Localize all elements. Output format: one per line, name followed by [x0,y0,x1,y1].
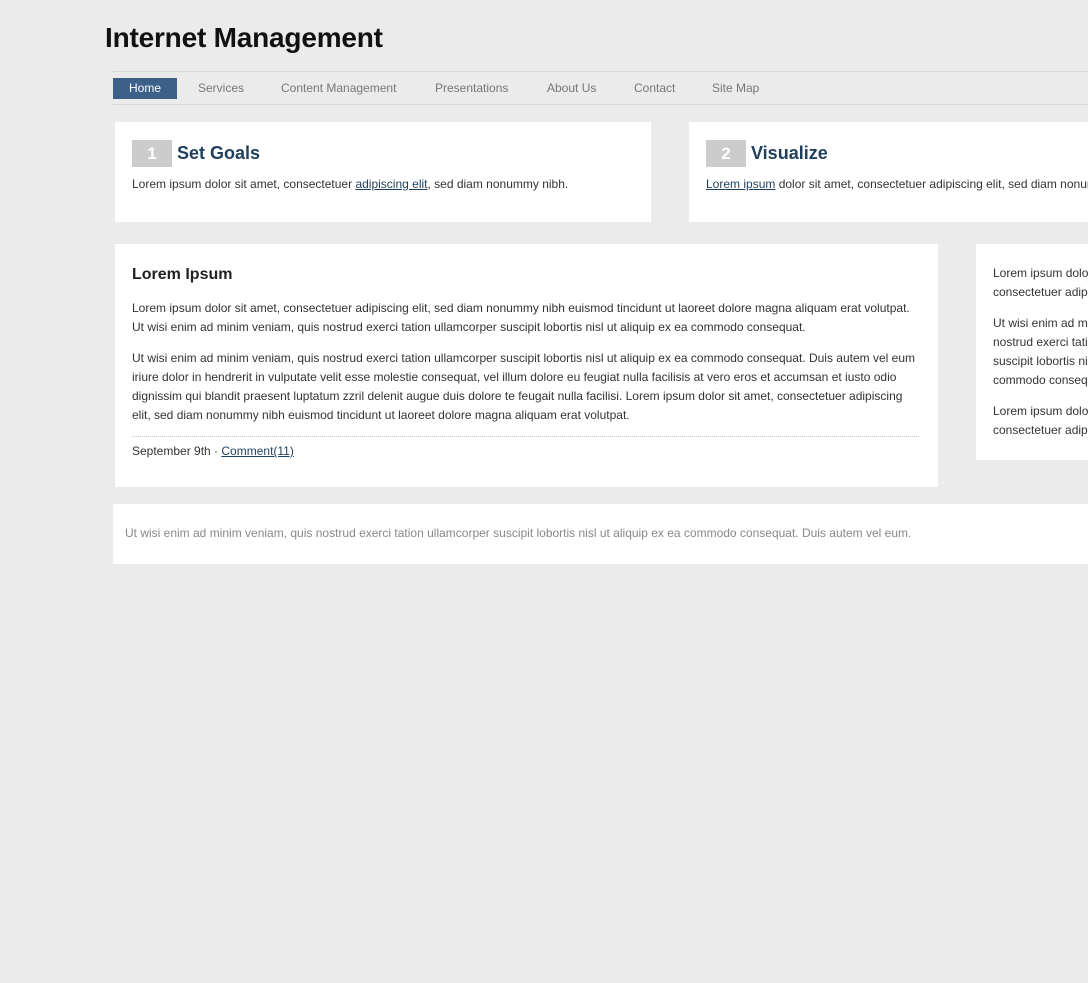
comments-link[interactable]: Comment(11) [221,444,293,458]
step-number-badge: 2 [706,140,746,167]
step-number-badge: 1 [132,140,172,167]
nav-item-site-map[interactable]: Site Map [712,78,759,99]
step-text-end: dolor sit amet, consectetuer adipiscing … [778,177,1088,191]
meta-separator: · [210,444,222,458]
nav-item-about-us[interactable]: About Us [547,78,596,99]
nav-item-services[interactable]: Services [198,78,244,99]
sidebar-paragraph: Lorem ipsum dolor sit amet, consectetuer… [993,266,1088,299]
sidebar-paragraph: Lorem ipsum dolor sit amet, consectetuer… [993,404,1088,437]
step-link[interactable]: adipiscing elit [355,177,427,191]
post-paragraph: Lorem ipsum dolor sit amet, consectetuer… [132,301,910,334]
post-title: Lorem Ipsum [132,266,233,283]
step-text-start: Lorem ipsum dolor sit amet, consectetuer [132,177,356,191]
nav-item-content-management[interactable]: Content Management [281,78,396,99]
step-link[interactable]: Lorem ipsum [706,177,775,191]
step-title: Visualize [751,143,828,163]
nav-item-presentations[interactable]: Presentations [435,78,508,99]
post-card: Lorem Ipsum Lorem ipsum dolor sit amet, … [115,244,938,487]
footer-bar: Ut wisi enim ad minim veniam, quis nostr… [113,504,1088,564]
step-title: Set Goals [177,143,261,163]
footer-text: Ut wisi enim ad minim veniam, quis nostr… [125,526,912,540]
step-card-visualize: 2 Visualize Lorem ipsum dolor sit amet, … [689,122,1088,222]
nav-item-home[interactable]: Home [113,78,177,99]
step-card-set-goals: 1 Set Goals Lorem ipsum dolor sit amet, … [115,122,651,222]
sidebar-card: Lorem ipsum dolor sit amet, consectetuer… [976,244,1088,460]
main-nav: Home Services Content Management Present… [113,71,1088,105]
sidebar-paragraph: Ut wisi enim ad minim veniam, quis nostr… [993,316,1088,387]
post-date: September 9th [132,444,211,458]
nav-item-contact[interactable]: Contact [634,78,675,99]
site-title: Internet Management [105,22,383,53]
step-text: Lorem ipsum dolor sit amet, consectetuer… [706,177,1088,191]
step-text: Lorem ipsum dolor sit amet, consectetuer… [132,177,568,191]
post-paragraph: Ut wisi enim ad minim veniam, quis nostr… [132,351,916,422]
step-text-end: , sed diam nonummy nibh. [427,177,569,191]
page: Internet Management Home Services Conten… [0,0,1088,983]
post-meta: September 9th · Comment(11) [132,436,919,458]
